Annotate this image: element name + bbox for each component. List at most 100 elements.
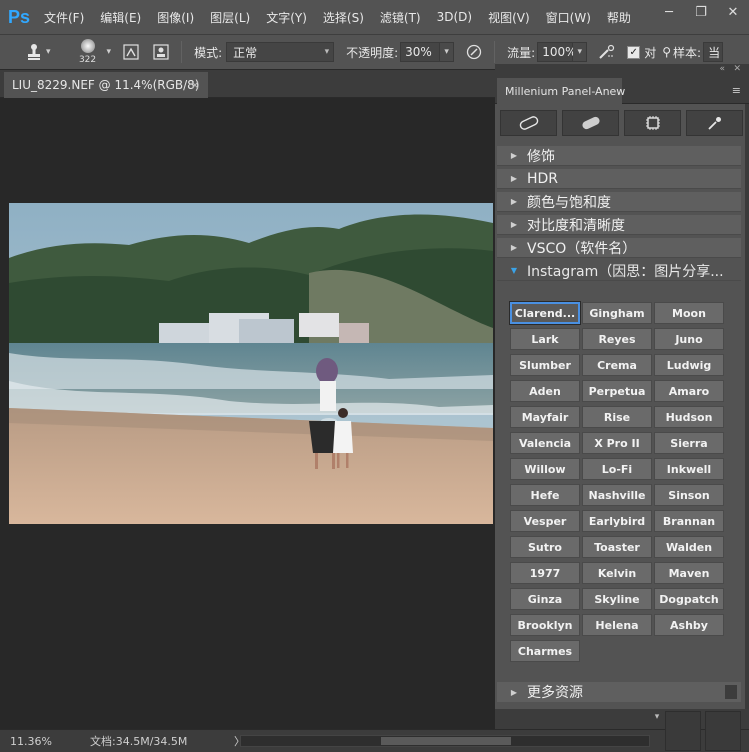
filter-button[interactable]: Brannan: [654, 510, 724, 532]
mode-select[interactable]: 正常 ▾: [226, 42, 335, 62]
panel-header-strip: « ✕: [495, 64, 749, 78]
filter-button[interactable]: Vesper: [510, 510, 580, 532]
filter-button[interactable]: Willow: [510, 458, 580, 480]
filter-button[interactable]: Earlybird: [582, 510, 652, 532]
minimize-button[interactable]: ─: [653, 0, 685, 24]
pressure-opacity-icon[interactable]: [464, 42, 484, 62]
zoom-level[interactable]: 11.36%: [10, 735, 80, 748]
sample-select[interactable]: 当: [703, 42, 724, 62]
restore-button[interactable]: ❐: [685, 0, 717, 24]
section-contrast-clarity[interactable]: ▶ 对比度和清晰度: [497, 215, 741, 235]
filter-button[interactable]: Nashville: [582, 484, 652, 506]
chevron-down-icon[interactable]: ▾: [650, 712, 664, 752]
section-vsco[interactable]: ▶ VSCO（软件名）: [497, 238, 741, 258]
menu-type[interactable]: 文字(Y): [266, 9, 307, 26]
panel-dock-slot[interactable]: [665, 711, 701, 751]
filter-button[interactable]: Slumber: [510, 354, 580, 376]
filter-button[interactable]: Crema: [582, 354, 652, 376]
filter-button[interactable]: Toaster: [582, 536, 652, 558]
filter-button[interactable]: Brooklyn: [510, 614, 580, 636]
menu-window[interactable]: 窗口(W): [546, 9, 591, 26]
section-label: Instagram（因思：图片分享...: [527, 263, 724, 280]
close-icon[interactable]: ×: [190, 78, 200, 92]
menu-view[interactable]: 视图(V): [488, 9, 530, 26]
panel-menu-icon[interactable]: ≡: [732, 84, 741, 97]
flow-field[interactable]: 100%: [537, 42, 577, 62]
section-hdr[interactable]: ▶ HDR: [497, 169, 741, 189]
filter-button[interactable]: Hefe: [510, 484, 580, 506]
filter-button[interactable]: Ashby: [654, 614, 724, 636]
opacity-dropdown-button[interactable]: ▾: [440, 42, 455, 62]
section-more-resources[interactable]: ▶ 更多资源: [497, 682, 741, 702]
filter-button[interactable]: Valencia: [510, 432, 580, 454]
panel-scrollbar[interactable]: [725, 685, 737, 699]
menu-select[interactable]: 选择(S): [323, 9, 364, 26]
heal-tool-button[interactable]: [500, 110, 557, 136]
opacity-label: 不透明度:: [346, 45, 399, 60]
document-tab[interactable]: LIU_8229.NEF @ 11.4%(RGB/8) ×: [4, 72, 208, 98]
panel-dock-slot[interactable]: [705, 711, 741, 751]
filter-button[interactable]: Walden: [654, 536, 724, 558]
filter-button[interactable]: Amaro: [654, 380, 724, 402]
filter-button[interactable]: Inkwell: [654, 458, 724, 480]
menu-help[interactable]: 帮助: [607, 9, 631, 26]
section-retouch[interactable]: ▶ 修饰: [497, 146, 741, 166]
collapse-icon[interactable]: «: [719, 64, 725, 74]
tool-preset-picker[interactable]: ▾: [26, 43, 51, 61]
filter-button[interactable]: Ginza: [510, 588, 580, 610]
stamp-tool-button[interactable]: [624, 110, 681, 136]
brush-panel-icon[interactable]: [121, 42, 141, 62]
filter-button[interactable]: Moon: [654, 302, 724, 324]
close-icon[interactable]: ✕: [733, 64, 741, 74]
filter-button[interactable]: Hudson: [654, 406, 724, 428]
menu-edit[interactable]: 编辑(E): [100, 9, 141, 26]
clone-stamp-icon: [28, 44, 40, 60]
filter-button[interactable]: Sierra: [654, 432, 724, 454]
document-info[interactable]: 文档:34.5M/34.5M: [90, 733, 230, 749]
close-window-button[interactable]: ✕: [717, 0, 749, 24]
filter-button[interactable]: Reyes: [582, 328, 652, 350]
filter-button[interactable]: Lark: [510, 328, 580, 350]
opacity-field[interactable]: 30%: [400, 42, 441, 62]
filter-button[interactable]: Lo-Fi: [582, 458, 652, 480]
filter-button[interactable]: Kelvin: [582, 562, 652, 584]
brush-picker[interactable]: 322: [73, 37, 103, 67]
filter-button[interactable]: Skyline: [582, 588, 652, 610]
filter-button[interactable]: 1977: [510, 562, 580, 584]
filter-button[interactable]: Ludwig: [654, 354, 724, 376]
menu-filter[interactable]: 滤镜(T): [380, 9, 421, 26]
filter-button[interactable]: Helena: [582, 614, 652, 636]
filter-button[interactable]: Mayfair: [510, 406, 580, 428]
filter-button[interactable]: Aden: [510, 380, 580, 402]
filter-button[interactable]: Sutro: [510, 536, 580, 558]
filter-button[interactable]: X Pro II: [582, 432, 652, 454]
menu-file[interactable]: 文件(F): [44, 9, 84, 26]
menu-image[interactable]: 图像(I): [157, 9, 194, 26]
canvas-area[interactable]: [0, 98, 495, 729]
section-instagram[interactable]: ▼ Instagram（因思：图片分享...: [497, 261, 741, 281]
panel-tab[interactable]: Millenium Panel-Anew: [497, 78, 625, 104]
patch-tool-button[interactable]: [562, 110, 619, 136]
scrollbar-thumb[interactable]: [381, 737, 511, 745]
filter-button[interactable]: Dogpatch: [654, 588, 724, 610]
clone-source-icon[interactable]: [151, 42, 171, 62]
filter-button[interactable]: Charmes: [510, 640, 580, 662]
menu-3d[interactable]: 3D(D): [437, 10, 472, 24]
aligned-checkbox[interactable]: ✓: [627, 45, 641, 59]
filter-button[interactable]: Gingham: [582, 302, 652, 324]
airbrush-icon[interactable]: [597, 42, 617, 62]
chevron-down-icon[interactable]: ▾: [107, 47, 112, 57]
section-color-saturation[interactable]: ▶ 颜色与饱和度: [497, 192, 741, 212]
filter-button[interactable]: Sinson: [654, 484, 724, 506]
menu-layer[interactable]: 图层(L): [210, 9, 250, 26]
filter-button[interactable]: Rise: [582, 406, 652, 428]
photoshop-logo[interactable]: Ps: [4, 2, 34, 32]
filter-button[interactable]: Perpetua: [582, 380, 652, 402]
eyedropper-tool-button[interactable]: [686, 110, 743, 136]
filter-button[interactable]: Juno: [654, 328, 724, 350]
beach-photo[interactable]: [9, 203, 493, 524]
flow-dropdown-button[interactable]: ▾: [573, 42, 588, 62]
filter-button[interactable]: Clarend...: [510, 302, 580, 324]
filter-button[interactable]: Maven: [654, 562, 724, 584]
horizontal-scrollbar[interactable]: [240, 735, 650, 747]
